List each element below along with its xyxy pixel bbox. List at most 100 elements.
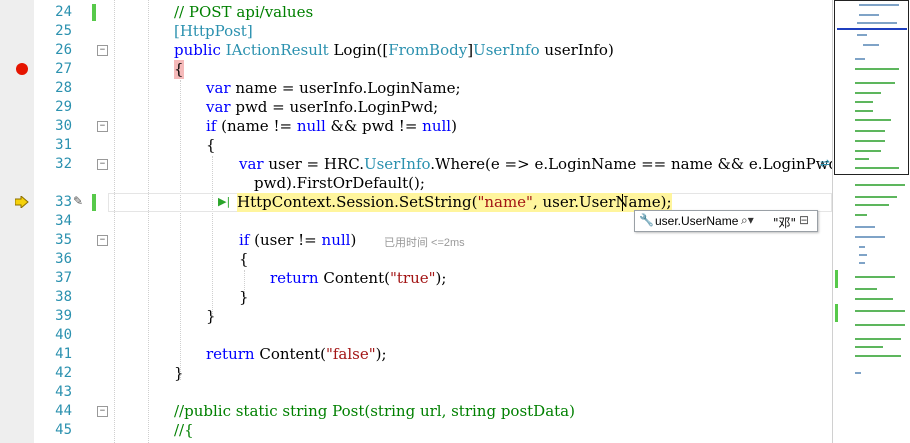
line-number: 40 <box>55 327 72 343</box>
run-to-cursor-icon[interactable]: ▶| <box>218 195 230 208</box>
minimap-line <box>857 34 867 36</box>
change-marker <box>92 194 96 211</box>
line-number: 28 <box>55 80 72 96</box>
minimap-line <box>855 68 899 70</box>
line-number: 27 <box>55 61 72 77</box>
code-text: { <box>174 60 184 79</box>
code-line: 41 return Content("false"); <box>0 345 832 364</box>
code-text: var name = userInfo.LoginName; <box>206 79 461 97</box>
minimap-line <box>855 372 861 374</box>
code-line: 30 − if (name != null && pwd != null) <box>0 117 832 136</box>
minimap-line <box>855 288 877 290</box>
line-number: 29 <box>55 99 72 115</box>
pin-icon[interactable]: ⊟ <box>799 213 809 227</box>
minimap-line <box>855 196 897 198</box>
minimap-line <box>855 338 901 340</box>
minimap-line <box>859 262 865 264</box>
line-number: 25 <box>55 23 72 39</box>
instruction-pointer-icon[interactable] <box>15 196 29 208</box>
code-text: } <box>239 288 249 306</box>
code-line: 36 { <box>0 250 832 269</box>
minimap-line <box>855 167 899 169</box>
wrench-icon: 🔧 <box>639 213 654 227</box>
minimap-line <box>859 246 865 248</box>
line-number: 45 <box>55 422 72 438</box>
line-number: 30 <box>55 118 72 134</box>
code-text: { <box>206 136 216 154</box>
code-line: 27 { <box>0 60 832 79</box>
pencil-icon: ✎ <box>73 194 84 208</box>
code-line: pwd).FirstOrDefault(); <box>0 174 832 193</box>
minimap-scrollbar[interactable] <box>832 0 910 443</box>
minimap-line <box>855 150 881 152</box>
minimap-line <box>855 184 905 186</box>
code-text: if (user != null) <box>239 231 357 249</box>
line-number: 39 <box>55 308 72 324</box>
minimap-line <box>855 158 869 160</box>
minimap-line <box>855 204 889 206</box>
datatip-expression: user.UserName <box>655 214 739 228</box>
minimap-line <box>855 276 895 278</box>
minimap-line <box>859 254 867 256</box>
minimap-line <box>855 324 905 326</box>
code-text: HttpContext.Session.SetString("name", us… <box>237 193 672 212</box>
minimap-line <box>857 22 897 24</box>
collapse-toggle[interactable]: − <box>97 45 108 56</box>
code-line: 43 <box>0 383 832 402</box>
code-text: pwd).FirstOrDefault(); <box>254 174 425 192</box>
line-number: 26 <box>55 42 72 58</box>
code-text: [HttpPost] <box>174 22 253 40</box>
change-marker <box>92 4 96 21</box>
minimap-line <box>855 310 905 312</box>
minimap-line <box>855 214 867 216</box>
minimap-line <box>855 355 901 357</box>
collapse-toggle[interactable]: − <box>97 235 108 246</box>
code-text: //{ <box>174 421 194 439</box>
minimap-line <box>855 140 885 142</box>
minimap-line <box>859 4 899 6</box>
perf-tip[interactable]: 已用时间 <=2ms <box>384 234 465 250</box>
datatip[interactable]: 🔧 user.UserName ⌕▾ "邓" ⊟ <box>634 210 818 232</box>
line-number: 36 <box>55 251 72 267</box>
code-line: 26 − public IActionResult Login([FromBod… <box>0 41 832 60</box>
code-text: return Content("true"); <box>270 269 447 287</box>
text-cursor <box>622 194 623 211</box>
collapse-toggle[interactable]: − <box>97 159 108 170</box>
line-number: 32 <box>55 156 72 172</box>
minimap-viewport[interactable] <box>834 0 909 175</box>
code-text: return Content("false"); <box>206 345 387 363</box>
code-text: //public static string Post(string url, … <box>174 402 575 420</box>
minimap-line <box>855 82 895 84</box>
minimap-line <box>855 101 873 103</box>
code-line: 37 return Content("true"); <box>0 269 832 288</box>
code-text: { <box>239 250 249 268</box>
minimap-line <box>837 28 907 30</box>
code-line: 24 // POST api/values <box>0 3 832 22</box>
line-number: 42 <box>55 365 72 381</box>
code-text: } <box>174 364 184 382</box>
line-number: 35 <box>55 232 72 248</box>
line-number: 37 <box>55 270 72 286</box>
code-line: 31 { <box>0 136 832 155</box>
minimap-line <box>863 44 879 46</box>
collapse-toggle[interactable]: − <box>97 121 108 132</box>
code-line: 32 − var user = HRC.UserInfo.Where(e => … <box>0 155 868 174</box>
minimap-change-marker <box>835 270 838 288</box>
collapse-toggle[interactable]: − <box>97 406 108 417</box>
code-text: // POST api/values <box>174 3 314 21</box>
line-number: 38 <box>55 289 72 305</box>
minimap-line <box>855 92 881 94</box>
datatip-value[interactable]: "邓" <box>773 214 796 231</box>
code-lens-icon[interactable]: ⇌ <box>820 156 830 170</box>
minimap-line <box>859 14 879 16</box>
minimap-line <box>855 58 865 60</box>
code-line: 42 } <box>0 364 832 383</box>
code-line: 28 var name = userInfo.LoginName; <box>0 79 832 98</box>
minimap-line <box>855 346 883 348</box>
code-text: if (name != null && pwd != null) <box>206 117 457 135</box>
line-number: 41 <box>55 346 72 362</box>
minimap-line <box>855 298 893 300</box>
breakpoint-icon[interactable] <box>16 63 28 75</box>
magnifier-icon[interactable]: ⌕▾ <box>741 213 754 228</box>
minimap-change-marker <box>835 304 838 322</box>
